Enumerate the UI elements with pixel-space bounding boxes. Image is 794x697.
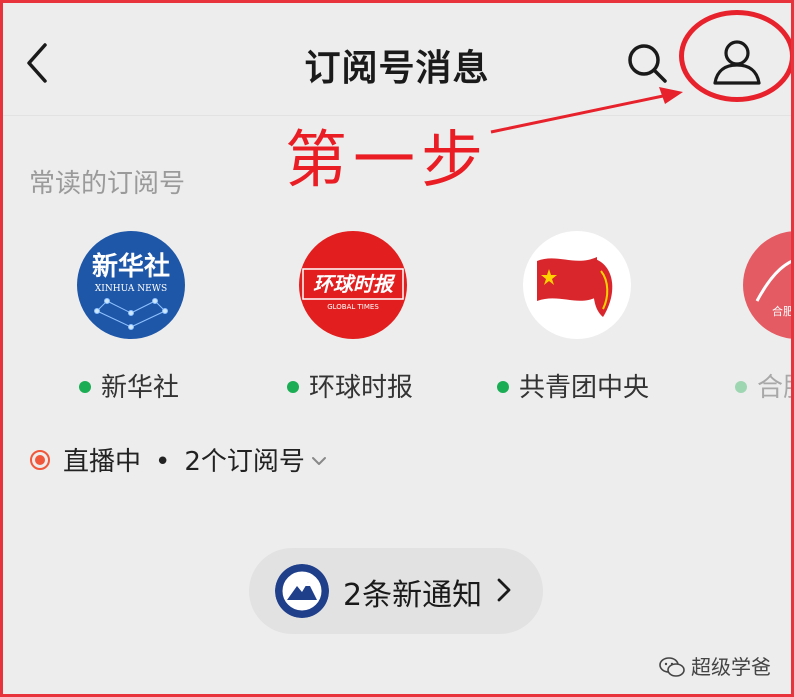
xinhua-logo-text: 新华社 — [92, 251, 170, 282]
account-name: 共青团中央 — [497, 367, 649, 404]
account-name: 新华社 — [79, 367, 179, 404]
hefei-logo-text: 合肥 — [772, 304, 794, 318]
avatar[interactable]: 环球时报 GLOBAL TIMES — [299, 231, 407, 339]
page-title: 订阅号消息 — [304, 48, 490, 89]
live-row[interactable]: 直播中 • 2个订阅号 — [29, 441, 327, 478]
section-label-frequent: 常读的订阅号 — [29, 169, 186, 199]
gongqingtuan-logo-icon — [523, 231, 631, 339]
wechat-icon — [659, 656, 685, 677]
avatar[interactable]: 新华社 XINHUA NEWS — [77, 231, 185, 339]
avatar[interactable]: 合肥 — [743, 231, 794, 339]
account-name: 环球时报 — [287, 367, 413, 404]
watermark: 超级学爸 — [659, 651, 771, 680]
online-dot-icon — [735, 380, 747, 393]
notification-text: 2条新通知 — [343, 578, 483, 613]
avatar[interactable] — [523, 231, 631, 339]
chevron-right-icon — [497, 578, 511, 602]
live-status-text: 直播中 — [63, 447, 142, 477]
screen-frame: 订阅号消息 第一步 常读的订阅号 新华社 XINHUA NEWS 新华社 环球时… — [0, 0, 794, 697]
annotation-step-text: 第一步 — [285, 123, 490, 196]
xinhua-logo-subtext: XINHUA NEWS — [95, 284, 167, 294]
top-nav-bar: 订阅号消息 — [3, 3, 791, 116]
live-count-text: 2个订阅号 — [184, 447, 305, 477]
account-name: 合肥 — [735, 367, 791, 404]
huanqiu-logo-subtext: GLOBAL TIMES — [327, 303, 379, 311]
user-icon[interactable] — [711, 38, 763, 86]
watermark-text: 超级学爸 — [691, 655, 771, 679]
live-broadcast-icon — [30, 449, 50, 470]
online-dot-icon — [497, 380, 509, 393]
chevron-down-icon[interactable] — [311, 456, 327, 466]
search-icon[interactable] — [625, 41, 669, 85]
huanqiu-logo-icon: 环球时报 GLOBAL TIMES — [299, 231, 407, 339]
live-separator: • — [155, 447, 171, 477]
notification-logo — [275, 564, 329, 618]
huanqiu-logo-text: 环球时报 — [313, 272, 396, 296]
new-notification-button[interactable]: 2条新通知 — [249, 548, 543, 634]
online-dot-icon — [287, 380, 299, 393]
university-emblem-icon — [275, 564, 329, 618]
xinhua-logo-icon: 新华社 XINHUA NEWS — [77, 231, 185, 339]
hefei-logo-icon: 合肥 — [743, 231, 794, 339]
online-dot-icon — [79, 380, 91, 393]
